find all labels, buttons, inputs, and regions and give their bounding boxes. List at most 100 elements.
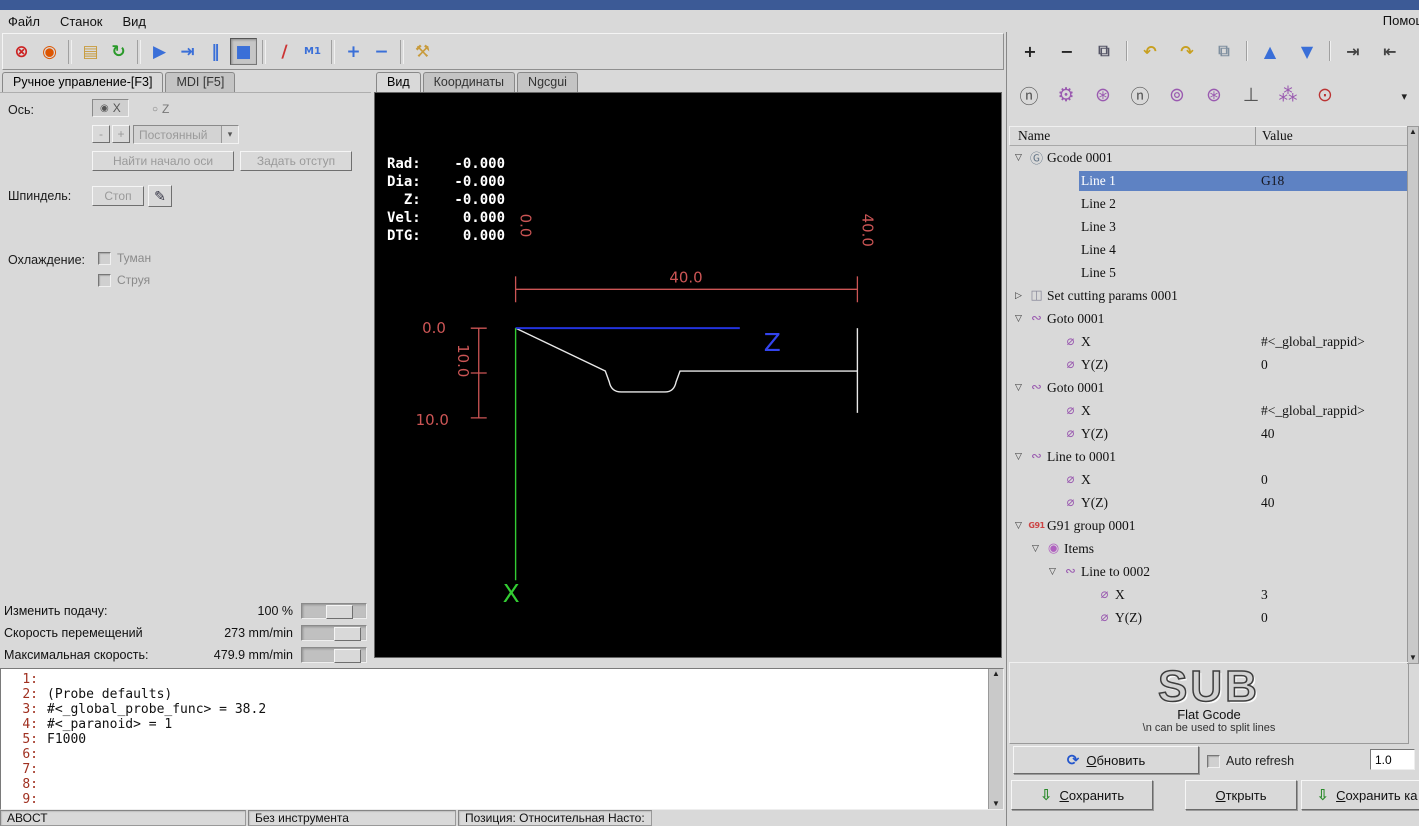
tree-row[interactable]: ⌀ X #<_global_rappid> (1009, 399, 1409, 422)
copy-button[interactable]: ⧉ (1211, 38, 1237, 64)
tree-item-label[interactable]: Goto 0001 (1045, 378, 1257, 398)
feature-drill-button[interactable]: ⚙ (1052, 80, 1080, 110)
tree-row[interactable]: Line 5 (1009, 261, 1409, 284)
refresh-button[interactable]: ⟳ Обновить (1013, 746, 1199, 774)
gcode-line[interactable]: 9: (1, 792, 1003, 807)
open-file-button[interactable]: ▤ (77, 38, 104, 65)
estop-button[interactable]: ⊗ (8, 38, 35, 65)
move-up-button[interactable]: ▲ (1257, 38, 1283, 64)
tree-item-label[interactable]: X (1079, 401, 1257, 421)
pause-button[interactable]: ‖ (202, 38, 229, 65)
run-button[interactable]: ▶ (146, 38, 173, 65)
menu-item[interactable]: Вид (123, 14, 147, 29)
tree-item-label[interactable]: Y(Z) (1079, 493, 1257, 513)
feature-bore-button[interactable]: ⊚ (1163, 80, 1191, 110)
tree-item-value[interactable] (1257, 570, 1409, 574)
redo-button[interactable]: ↷ (1174, 38, 1200, 64)
tree-item-label[interactable]: G91 group 0001 (1045, 516, 1257, 536)
tree-item-value[interactable] (1257, 271, 1409, 275)
tree-item-value[interactable]: 40 (1257, 493, 1409, 513)
slider-trough[interactable] (301, 603, 367, 619)
slider-handle[interactable] (334, 627, 361, 641)
tree-item-value[interactable]: #<_global_rappid> (1257, 332, 1409, 352)
preview-tab[interactable]: Вид (376, 72, 421, 92)
tree-item-value[interactable] (1257, 317, 1409, 321)
tree-item-label[interactable]: Items (1062, 539, 1257, 559)
spindle-stop-button[interactable]: Стоп (92, 186, 144, 206)
tree-item-value[interactable]: #<_global_rappid> (1257, 401, 1409, 421)
move-down-button[interactable]: ▼ (1294, 38, 1320, 64)
expander-icon[interactable]: ▷ (1015, 291, 1028, 301)
jog-minus-button[interactable]: - (92, 125, 110, 143)
tree-item-value[interactable] (1257, 547, 1409, 551)
tree-item-value[interactable]: 40 (1257, 424, 1409, 444)
tree-item-value[interactable]: 0 (1257, 355, 1409, 375)
left-panel-tab[interactable]: Ручное управление-[F3] (2, 72, 163, 92)
add-feature-button[interactable]: + (1017, 38, 1043, 64)
tree-item-label[interactable]: X (1079, 470, 1257, 490)
tree-item-value[interactable]: 0 (1257, 608, 1409, 628)
set-offset-button[interactable]: Задать отступ (240, 151, 352, 171)
tree-item-value[interactable]: G18 (1257, 171, 1409, 191)
machine-power-button[interactable]: ◉ (36, 38, 63, 65)
insert-item-button[interactable]: ⇤ (1377, 38, 1403, 64)
gcode-line[interactable]: 6: (1, 747, 1003, 762)
menu-item[interactable]: Станок (60, 14, 103, 29)
checkbox-icon[interactable] (98, 274, 111, 287)
menu-item-help[interactable]: Помощь (1383, 13, 1419, 28)
tree-item-label[interactable]: Line to 0001 (1045, 447, 1257, 467)
tree-item-value[interactable] (1257, 386, 1409, 390)
tree-item-label[interactable]: Y(Z) (1079, 355, 1257, 375)
gcode-editor[interactable]: 1: 2: (Probe defaults) 3: #<_global_prob… (0, 668, 1004, 810)
scroll-up-icon[interactable]: ▲ (992, 669, 1000, 679)
tree-item-value[interactable] (1257, 225, 1409, 229)
append-item-button[interactable]: ⇥ (1340, 38, 1366, 64)
tree-row[interactable]: ▷ ◫ Set cutting params 0001 (1009, 284, 1409, 307)
undo-button[interactable]: ↶ (1137, 38, 1163, 64)
gcode-line[interactable]: 8: (1, 777, 1003, 792)
tree-item-value[interactable] (1257, 202, 1409, 206)
feature-probe-button[interactable]: ⊥ (1237, 80, 1265, 110)
tree-item-label[interactable]: Line to 0002 (1079, 562, 1257, 582)
scroll-down-icon[interactable]: ▼ (1409, 653, 1417, 663)
feature-dropdown-button[interactable]: ▾ (1401, 90, 1407, 103)
backplot-preview[interactable]: 40.0 0.0 40.0 0.0 10.0 10.0 Z X Rad: -0.… (374, 92, 1002, 658)
slider-trough[interactable] (301, 625, 367, 641)
scroll-down-icon[interactable]: ▼ (992, 799, 1000, 809)
axis-x-radio[interactable]: ◉ X (92, 99, 129, 117)
slider-handle[interactable] (326, 605, 353, 619)
expander-icon[interactable]: ▽ (1032, 544, 1045, 554)
home-axis-button[interactable]: Найти начало оси (92, 151, 234, 171)
gcode-line[interactable]: 1: (1, 672, 1003, 687)
tree-item-label[interactable]: Line 1 (1079, 171, 1257, 191)
gcode-line[interactable]: 7: (1, 762, 1003, 777)
gcode-line[interactable]: 4: #<_paranoid> = 1 (1, 717, 1003, 732)
stop-button[interactable]: ■ (230, 38, 257, 65)
tree-row[interactable]: ⌀ X 3 (1009, 583, 1409, 606)
checkbox-icon[interactable] (1207, 755, 1220, 768)
tree-row[interactable]: ⌀ Y(Z) 40 (1009, 422, 1409, 445)
tree-item-label[interactable]: Line 3 (1079, 217, 1257, 237)
remove-feature-button[interactable]: − (1054, 38, 1080, 64)
tool-touch-off-button[interactable]: ⚒ (409, 38, 436, 65)
expander-icon[interactable]: ▽ (1015, 153, 1028, 163)
expander-icon[interactable]: ▽ (1015, 521, 1028, 531)
tree-row[interactable]: Line 2 (1009, 192, 1409, 215)
tree-row[interactable]: ▽ Ⓖ Gcode 0001 (1009, 146, 1409, 169)
tree-row[interactable]: ⌀ X 0 (1009, 468, 1409, 491)
reload-button[interactable]: ↻ (105, 38, 132, 65)
feature-n2-button[interactable]: ⓝ (1126, 80, 1154, 110)
tree-item-label[interactable]: Line 4 (1079, 240, 1257, 260)
optional-pause-button[interactable]: M1 (299, 38, 326, 65)
tree-item-value[interactable] (1257, 455, 1409, 459)
tree-row[interactable]: ⌀ X #<_global_rappid> (1009, 330, 1409, 353)
tree-row[interactable]: ⌀ Y(Z) 40 (1009, 491, 1409, 514)
save-button[interactable]: ⇩ Сохранить (1011, 780, 1153, 810)
coolant-checkbox-row[interactable]: Струя (98, 273, 151, 287)
preview-tab[interactable]: Ngcgui (517, 72, 578, 92)
name-column-header[interactable]: Name (1010, 127, 1256, 145)
feature-n-button[interactable]: ⓝ (1015, 80, 1043, 110)
zoom-in-button[interactable]: + (340, 38, 367, 65)
refresh-interval-input[interactable] (1370, 749, 1415, 770)
chevron-down-icon[interactable]: ▾ (221, 126, 238, 143)
